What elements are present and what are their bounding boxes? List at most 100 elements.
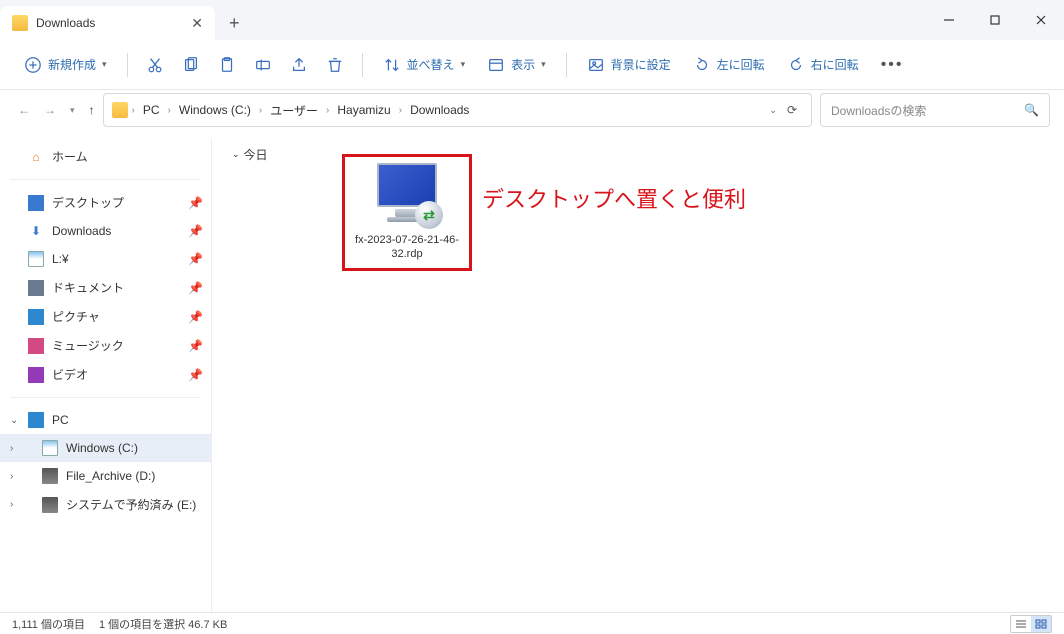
breadcrumb[interactable]: PC	[139, 101, 164, 119]
sidebar-item-ldrive[interactable]: L:¥📌	[0, 245, 211, 273]
cut-icon	[146, 56, 164, 74]
item-count: 1,111 個の項目	[12, 616, 85, 632]
hdd-icon	[42, 468, 58, 484]
chevron-right-icon: ›	[326, 105, 329, 116]
chevron-right-icon: ›	[259, 105, 262, 116]
drive-icon	[42, 440, 58, 456]
annotation-text: デスクトップへ置くと便利	[482, 182, 746, 214]
breadcrumb[interactable]: Downloads	[406, 101, 473, 119]
refresh-button[interactable]: ⟳	[781, 103, 803, 117]
chevron-down-icon: ▾	[102, 59, 107, 70]
breadcrumb[interactable]: Hayamizu	[333, 101, 394, 119]
plus-circle-icon	[24, 56, 42, 74]
picture-icon	[587, 56, 605, 74]
sidebar-item-pictures[interactable]: ピクチャ📌	[0, 302, 211, 331]
home-icon: ⌂	[28, 149, 44, 165]
breadcrumb[interactable]: ユーザー	[266, 100, 322, 121]
desktop-icon	[28, 195, 44, 211]
set-background-button[interactable]: 背景に設定	[579, 50, 679, 80]
copy-icon	[182, 56, 200, 74]
sidebar-item-home[interactable]: ⌂ ホーム	[0, 142, 211, 171]
sidebar-item-videos[interactable]: ビデオ 📌	[0, 360, 211, 389]
tab-close-icon[interactable]: ✕	[191, 15, 203, 32]
file-item-rdp[interactable]: ⇄ fx-2023-07-26-21-46-32.rdp	[342, 154, 472, 271]
minimize-button[interactable]	[926, 0, 972, 40]
pin-icon: 📌	[188, 281, 203, 295]
rotate-left-icon	[693, 56, 711, 74]
sidebar-item-music[interactable]: ミュージック📌	[0, 331, 211, 360]
rename-icon	[254, 56, 272, 74]
new-button[interactable]: 新規作成 ▾	[16, 50, 115, 80]
chevron-right-icon: ›	[399, 105, 402, 116]
chevron-right-icon[interactable]: ›	[10, 471, 13, 482]
share-icon	[290, 56, 308, 74]
icons-view-button[interactable]	[1031, 616, 1051, 632]
trash-icon	[326, 56, 344, 74]
new-tab-button[interactable]: +	[215, 6, 254, 40]
view-icon	[487, 56, 505, 74]
cut-button[interactable]	[140, 50, 170, 80]
rotate-right-button[interactable]: 右に回転	[779, 50, 867, 80]
sidebar-item-label: ホーム	[52, 148, 88, 165]
sidebar-item-edrive[interactable]: › システムで予約済み (E:)	[0, 490, 211, 519]
sort-label: 並べ替え	[407, 56, 455, 73]
sidebar-item-ddrive[interactable]: ›File_Archive (D:)	[0, 462, 211, 490]
close-button[interactable]	[1018, 0, 1064, 40]
back-button[interactable]: ←	[18, 103, 30, 117]
forward-button[interactable]: →	[44, 103, 56, 117]
rotleft-label: 左に回転	[717, 56, 765, 73]
chevron-right-icon: ›	[168, 105, 171, 116]
pin-icon: 📌	[188, 368, 203, 382]
setbg-label: 背景に設定	[611, 56, 671, 73]
paste-button[interactable]	[212, 50, 242, 80]
paste-icon	[218, 56, 236, 74]
chevron-right-icon[interactable]: ›	[10, 499, 13, 510]
window-controls	[926, 0, 1064, 40]
sidebar-item-label: L:¥	[52, 252, 69, 266]
selection-info: 1 個の項目を選択 46.7 KB	[99, 616, 227, 632]
view-button[interactable]: 表示 ▾	[479, 50, 554, 80]
details-view-button[interactable]	[1011, 616, 1031, 632]
chevron-right-icon[interactable]: ›	[10, 443, 13, 454]
search-icon: 🔍	[1024, 103, 1039, 117]
music-icon	[28, 338, 44, 354]
chevron-down-icon[interactable]: ⌄	[769, 105, 777, 116]
content-pane[interactable]: ⌄ 今日 ⇄ fx-2023-07-26-21-46-32.rdp デスクトップ…	[212, 138, 1064, 612]
rename-button[interactable]	[248, 50, 278, 80]
sidebar-item-documents[interactable]: ドキュメント📌	[0, 273, 211, 302]
sidebar: ⌂ ホーム デスクトップ📌 ⬇Downloads📌 L:¥📌 ドキュメント📌 ピ…	[0, 138, 212, 612]
view-toggle	[1010, 615, 1052, 633]
search-input[interactable]: Downloadsの検索 🔍	[820, 93, 1050, 127]
maximize-button[interactable]	[972, 0, 1018, 40]
sort-button[interactable]: 並べ替え ▾	[375, 50, 474, 80]
chevron-down-icon[interactable]: ⌄	[10, 415, 18, 426]
document-icon	[28, 280, 44, 296]
chevron-down-icon: ⌄	[232, 149, 240, 160]
sidebar-item-cdrive[interactable]: ›Windows (C:)	[0, 434, 211, 462]
address-bar[interactable]: › PC › Windows (C:) › ユーザー › Hayamizu › …	[103, 93, 812, 127]
search-placeholder: Downloadsの検索	[831, 102, 1024, 119]
window-tab[interactable]: Downloads ✕	[0, 6, 215, 40]
rdp-icon: ⇄	[371, 163, 443, 229]
sidebar-item-desktop[interactable]: デスクトップ📌	[0, 188, 211, 217]
file-name: fx-2023-07-26-21-46-32.rdp	[351, 233, 463, 262]
status-bar: 1,111 個の項目 1 個の項目を選択 46.7 KB	[0, 612, 1064, 634]
new-label: 新規作成	[48, 56, 96, 73]
share-button[interactable]	[284, 50, 314, 80]
delete-button[interactable]	[320, 50, 350, 80]
copy-button[interactable]	[176, 50, 206, 80]
rotate-right-icon	[787, 56, 805, 74]
pc-icon	[28, 412, 44, 428]
more-button[interactable]: •••	[873, 56, 912, 74]
rotate-left-button[interactable]: 左に回転	[685, 50, 773, 80]
group-header[interactable]: ⌄ 今日	[232, 146, 268, 163]
history-chevron-icon[interactable]: ▾	[70, 105, 75, 116]
sidebar-item-label: システムで予約済み (E:)	[66, 496, 196, 513]
up-button[interactable]: ↑	[89, 103, 95, 117]
sidebar-item-downloads[interactable]: ⬇Downloads📌	[0, 217, 211, 245]
breadcrumb[interactable]: Windows (C:)	[175, 101, 255, 119]
sidebar-item-pc[interactable]: ⌄PC	[0, 406, 211, 434]
sidebar-item-label: ビデオ	[52, 366, 88, 383]
group-label: 今日	[244, 146, 268, 163]
folder-icon	[12, 15, 28, 31]
